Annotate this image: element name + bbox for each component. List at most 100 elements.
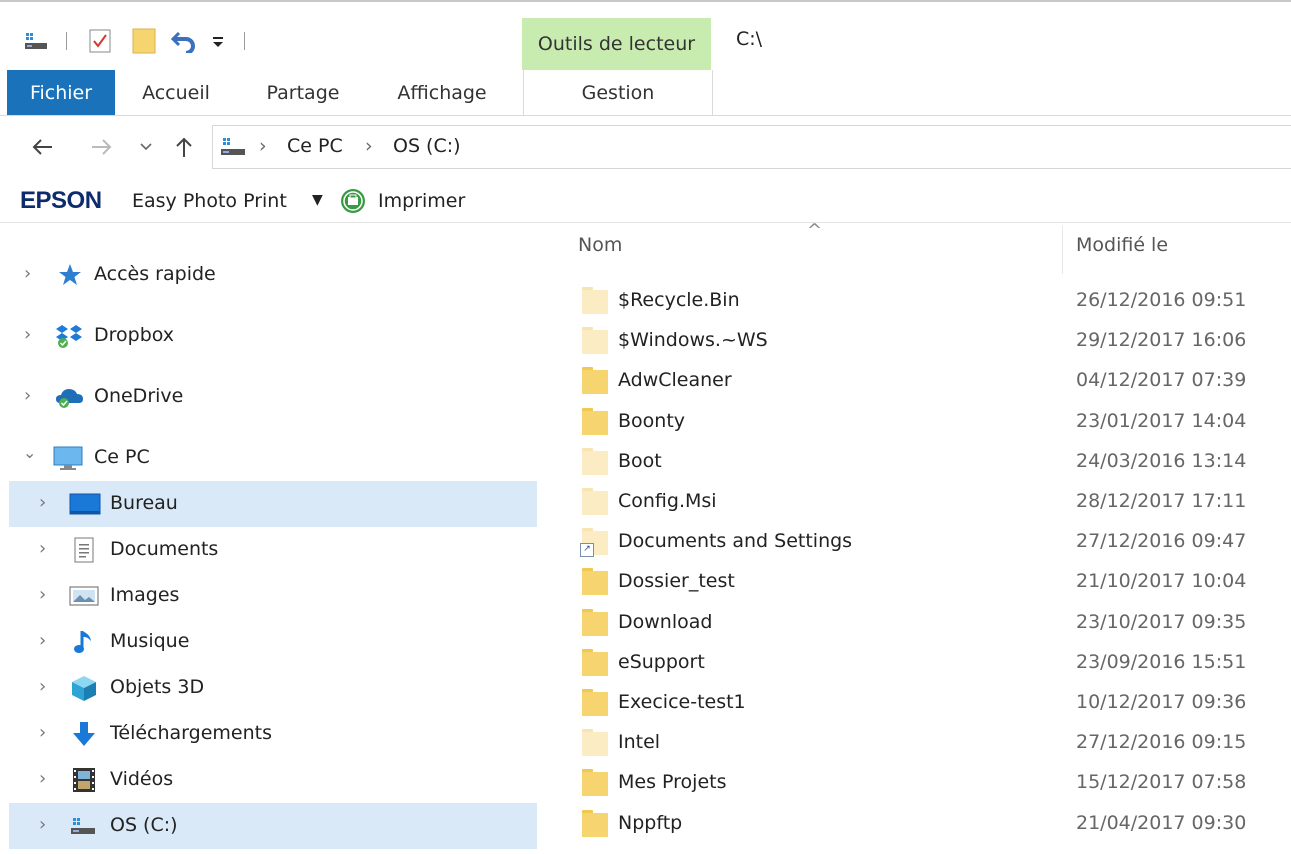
nav-item-onedrive[interactable]: › OneDrive — [9, 374, 537, 420]
file-row[interactable]: Dossier_test 21/10/2017 10:04 — [541, 562, 1291, 602]
folder-icon — [582, 729, 608, 757]
file-row[interactable]: AdwCleaner 04/12/2017 07:39 — [541, 361, 1291, 401]
file-row[interactable]: Boot 24/03/2016 13:14 — [541, 442, 1291, 482]
back-icon[interactable] — [28, 133, 58, 161]
column-divider[interactable] — [1062, 226, 1063, 274]
file-name: Documents and Settings — [618, 530, 853, 553]
nav-label: Téléchargements — [110, 722, 272, 744]
properties-icon[interactable] — [86, 28, 114, 54]
download-icon — [69, 720, 97, 748]
nav-item-musique[interactable]: › Musique — [9, 619, 537, 665]
recent-locations-icon[interactable] — [136, 133, 156, 161]
undo-icon[interactable] — [170, 28, 198, 54]
chevron-right-icon[interactable]: › — [39, 676, 46, 697]
file-row[interactable]: Boonty 23/01/2017 14:04 — [541, 402, 1291, 442]
file-row[interactable]: Mes Projets 15/12/2017 07:58 — [541, 763, 1291, 803]
chevron-right-icon[interactable]: › — [24, 385, 31, 406]
file-modified-date: 28/12/2017 17:11 — [1076, 490, 1247, 512]
file-row[interactable]: Execice-test1 10/12/2017 09:36 — [541, 683, 1291, 723]
new-folder-icon[interactable] — [130, 28, 158, 54]
chevron-down-icon[interactable]: ▼ — [312, 192, 323, 208]
file-name: Boot — [618, 449, 662, 472]
file-row[interactable]: Nppftp 21/04/2017 09:30 — [541, 804, 1291, 844]
folder-icon — [582, 689, 608, 716]
nav-item-os-c[interactable]: › OS (C:) — [9, 803, 537, 849]
chevron-right-icon[interactable]: › — [39, 814, 46, 835]
file-row[interactable]: $Windows.~WS 29/12/2017 16:06 — [541, 321, 1291, 361]
nav-item-ce-pc[interactable]: ⌄ Ce PC — [9, 435, 537, 481]
tab-accueil[interactable]: Accueil — [128, 70, 224, 115]
file-row[interactable]: ↗ Documents and Settings 27/12/2016 09:47 — [541, 522, 1291, 562]
chevron-right-icon[interactable]: › — [259, 135, 267, 157]
music-icon — [72, 628, 100, 656]
file-name: Nppftp — [618, 811, 683, 834]
chevron-right-icon[interactable]: › — [24, 263, 31, 284]
address-bar[interactable]: › Ce PC › OS (C:) — [212, 125, 1291, 169]
tab-partage[interactable]: Partage — [255, 70, 351, 115]
file-modified-date: 27/12/2016 09:15 — [1076, 731, 1247, 754]
column-header-modified[interactable]: Modifié le — [1076, 234, 1168, 256]
breadcrumb-ce-pc[interactable]: Ce PC — [287, 135, 343, 157]
file-row[interactable]: Intel 27/12/2016 09:15 — [541, 723, 1291, 763]
file-name: eSupport — [618, 650, 705, 673]
file-name: Execice-test1 — [618, 691, 746, 713]
nav-item-telechargements[interactable]: › Téléchargements — [9, 711, 537, 757]
video-icon — [71, 766, 99, 794]
file-row[interactable]: Download 23/10/2017 09:35 — [541, 603, 1291, 643]
file-modified-date: 10/12/2017 09:36 — [1076, 691, 1247, 713]
print-button[interactable]: Imprimer — [378, 190, 465, 212]
dropbox-icon — [54, 322, 82, 350]
file-modified-date: 23/01/2017 14:04 — [1076, 409, 1247, 432]
chevron-right-icon[interactable]: › — [24, 324, 31, 345]
onedrive-icon — [54, 383, 83, 411]
chevron-down-icon[interactable]: ⌄ — [23, 443, 36, 462]
nav-label: Bureau — [110, 492, 178, 514]
epson-app-button[interactable]: Easy Photo Print — [132, 190, 287, 212]
nav-item-objets-3d[interactable]: › Objets 3D — [9, 665, 537, 711]
nav-item-videos[interactable]: › Vidéos — [9, 757, 537, 803]
navigation-pane: › Accès rapide › Dropbox › OneDrive ⌄ Ce… — [0, 222, 541, 854]
chevron-right-icon[interactable]: › — [39, 538, 46, 559]
folder-icon — [582, 608, 608, 636]
chevron-right-icon[interactable]: › — [39, 492, 46, 513]
file-modified-date: 29/12/2017 16:06 — [1076, 329, 1247, 352]
chevron-right-icon[interactable]: › — [39, 584, 46, 605]
nav-item-images[interactable]: › Images — [9, 573, 537, 619]
customize-qat-icon[interactable] — [208, 28, 228, 54]
nav-item-documents[interactable]: › Documents — [9, 527, 537, 573]
file-name: $Recycle.Bin — [618, 289, 740, 311]
printer-icon[interactable] — [340, 188, 366, 214]
chevron-right-icon[interactable]: › — [39, 630, 46, 651]
folder-icon: ↗ — [580, 528, 608, 558]
up-icon[interactable] — [170, 133, 198, 161]
column-header: ^ Nom Modifié le — [541, 220, 1291, 276]
file-name: Intel — [618, 731, 661, 754]
tab-fichier[interactable]: Fichier — [7, 70, 115, 115]
file-modified-date: 15/12/2017 07:58 — [1076, 771, 1247, 794]
nav-item-quick-access[interactable]: › Accès rapide — [9, 252, 537, 298]
folder-icon — [582, 327, 608, 355]
drive-tools-tab[interactable]: Outils de lecteur — [522, 18, 711, 70]
breadcrumb-os-c[interactable]: OS (C:) — [393, 135, 461, 157]
chevron-right-icon[interactable]: › — [39, 722, 46, 743]
file-name: Boonty — [618, 409, 686, 432]
nav-item-bureau[interactable]: › Bureau — [9, 481, 537, 527]
nav-label: Documents — [110, 538, 219, 560]
tab-affichage[interactable]: Affichage — [382, 70, 502, 115]
folder-icon — [582, 447, 608, 475]
star-icon — [56, 261, 84, 289]
nav-label: Ce PC — [94, 446, 150, 468]
file-row[interactable]: $Recycle.Bin 26/12/2016 09:51 — [541, 281, 1291, 321]
drive-icon[interactable] — [22, 28, 50, 54]
chevron-right-icon[interactable]: › — [39, 768, 46, 789]
tab-gestion[interactable]: Gestion — [523, 70, 713, 115]
nav-item-dropbox[interactable]: › Dropbox — [9, 313, 537, 359]
chevron-right-icon[interactable]: › — [365, 135, 373, 157]
epson-toolbar: EPSON Easy Photo Print ▼ Imprimer — [0, 178, 1291, 223]
folder-icon — [582, 488, 608, 515]
forward-icon[interactable] — [86, 133, 116, 161]
folder-icon — [582, 568, 608, 596]
file-row[interactable]: Config.Msi 28/12/2017 17:11 — [541, 482, 1291, 522]
column-header-name[interactable]: Nom — [578, 234, 622, 256]
file-row[interactable]: eSupport 23/09/2016 15:51 — [541, 643, 1291, 683]
